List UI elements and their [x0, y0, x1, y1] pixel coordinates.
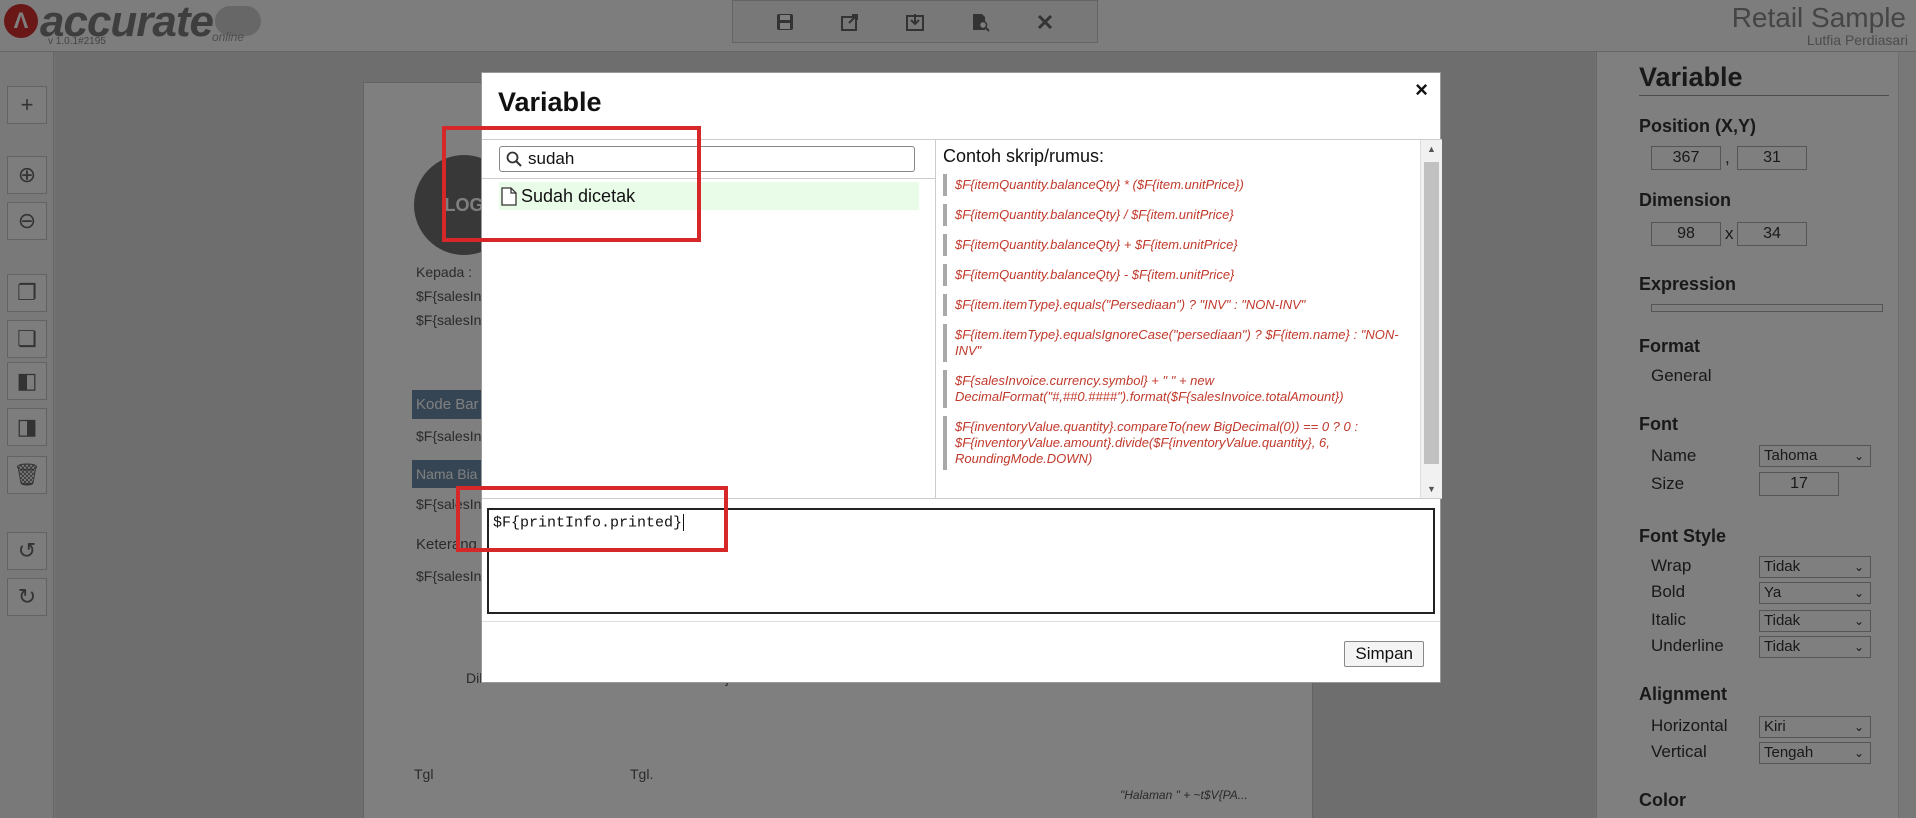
example-item[interactable]: $F{itemQuantity.balanceQty} * ($F{item.u… — [943, 174, 1411, 196]
scroll-up-icon[interactable]: ▲ — [1421, 140, 1442, 158]
close-icon[interactable]: × — [1415, 77, 1428, 103]
examples-list: $F{itemQuantity.balanceQty} * ($F{item.u… — [943, 174, 1411, 478]
scroll-down-icon[interactable]: ▼ — [1421, 480, 1442, 498]
examples-scrollbar[interactable]: ▲ ▼ — [1420, 140, 1442, 498]
example-item[interactable]: $F{item.itemType}.equalsIgnoreCase("pers… — [943, 324, 1411, 362]
example-item[interactable]: $F{inventoryValue.quantity}.compareTo(ne… — [943, 416, 1411, 470]
examples-heading: Contoh skrip/rumus: — [943, 146, 1105, 166]
highlight-box-expression — [456, 486, 728, 552]
save-button[interactable]: Simpan — [1344, 641, 1424, 667]
example-item[interactable]: $F{itemQuantity.balanceQty} / $F{item.un… — [943, 204, 1411, 226]
scroll-thumb[interactable] — [1424, 162, 1439, 464]
dialog-title: Variable — [498, 87, 602, 117]
examples-pane: Contoh skrip/rumus: $F{itemQuantity.bala… — [937, 140, 1442, 498]
highlight-box-search — [442, 126, 701, 242]
example-item[interactable]: $F{itemQuantity.balanceQty} - $F{item.un… — [943, 264, 1411, 286]
example-item[interactable]: $F{item.itemType}.equals("Persediaan") ?… — [943, 294, 1411, 316]
example-item[interactable]: $F{salesInvoice.currency.symbol} + " " +… — [943, 370, 1411, 408]
dialog-footer: Simpan — [482, 621, 1440, 683]
example-item[interactable]: $F{itemQuantity.balanceQty} + $F{item.un… — [943, 234, 1411, 256]
